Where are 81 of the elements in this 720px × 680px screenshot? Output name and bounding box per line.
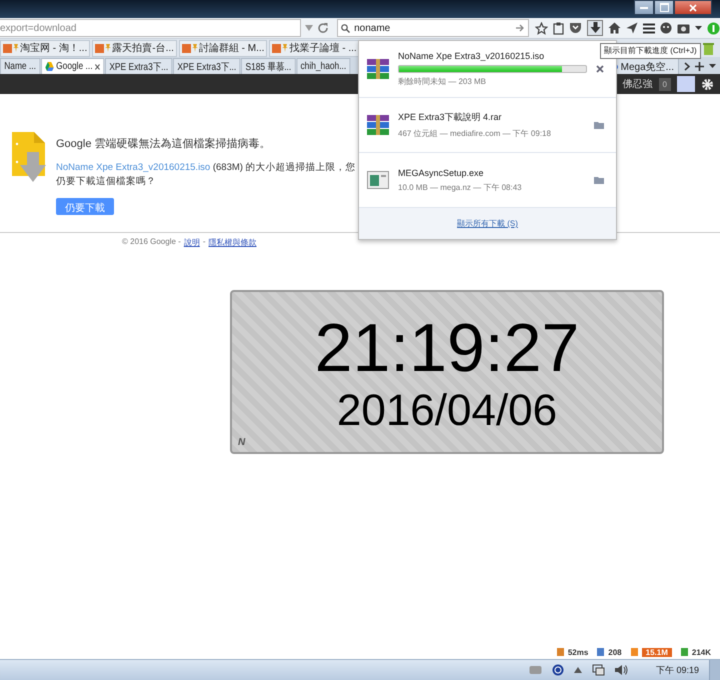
file-download-icon <box>10 132 46 184</box>
dropdown-caret-icon[interactable] <box>695 26 702 30</box>
bookmark-tab[interactable]: 露天拍賣-台... <box>92 40 177 56</box>
folder-icon[interactable] <box>594 121 604 129</box>
bookmark-tab[interactable]: 找業子論壇 - ... <box>269 40 360 56</box>
footer-link[interactable]: 說明 <box>184 237 200 248</box>
pin-icon <box>13 44 19 52</box>
trash-icon[interactable] <box>703 42 714 54</box>
warning-message: NoName Xpe Extra3_v20160215.iso (683M) 的大小超過掃描上限，您仍要下載這個檔案嗎？ <box>56 161 356 190</box>
browser-tab[interactable]: XPE Extra3下... <box>105 58 172 74</box>
menu-icon[interactable] <box>643 22 655 34</box>
browser-tab[interactable]: XPE Extra3下... <box>173 58 240 74</box>
close-button[interactable] <box>674 0 712 15</box>
star-icon[interactable] <box>535 22 548 34</box>
clock-time: 21:19:27 <box>314 310 580 386</box>
chevron-right-icon[interactable] <box>684 62 690 70</box>
browser-tab[interactable]: Google ... <box>41 58 104 74</box>
bookmark-tab[interactable]: 討論群組 - M... <box>178 40 268 56</box>
close-icon[interactable] <box>95 64 100 70</box>
separator-text: - <box>202 237 206 248</box>
dropdown-caret-icon[interactable] <box>709 64 716 68</box>
settings-icon[interactable] <box>701 78 714 90</box>
pin-icon <box>192 44 198 52</box>
home-icon[interactable] <box>608 22 621 34</box>
speaker-icon[interactable] <box>614 664 628 676</box>
clipboard-icon[interactable] <box>553 22 564 34</box>
help-icon[interactable] <box>552 664 564 676</box>
notification-count[interactable]: 0 <box>658 78 671 90</box>
copyright-text: © 2016 Google - <box>122 237 181 248</box>
download-button[interactable] <box>587 20 603 36</box>
download-file-name[interactable]: XPE Extra3下載說明 4.rar <box>398 111 585 124</box>
reload-icon[interactable] <box>317 22 330 34</box>
archive-file-icon <box>367 115 389 135</box>
download-status: 467 位元組 — mediafire.com — 下午 09:18 <box>398 128 552 139</box>
pin-icon <box>282 44 288 52</box>
search-field[interactable]: noname <box>337 19 529 37</box>
show-all-downloads-link[interactable]: 顯示所有下載 (S) <box>359 208 616 239</box>
meter-reading: 208 <box>608 648 622 656</box>
meter-reading: 52ms <box>568 648 588 656</box>
camera-icon[interactable] <box>677 22 690 34</box>
power-icon[interactable] <box>707 22 720 34</box>
meter-icon <box>596 647 606 657</box>
new-tab-icon[interactable] <box>695 62 704 70</box>
program-file-icon <box>367 171 389 189</box>
tooltip: 顯示目前下載進度 (Ctrl+J) <box>600 43 701 59</box>
archive-file-icon <box>367 59 389 79</box>
download-arrow-icon <box>590 22 600 34</box>
up-arrow-icon[interactable] <box>574 667 582 673</box>
folder-icon[interactable] <box>594 176 604 184</box>
browser-tab[interactable]: S185 畢慕... <box>241 58 296 74</box>
download-status: 剩餘時間未知 — 203 MB <box>398 76 488 87</box>
pocket-icon[interactable] <box>569 22 582 34</box>
paper-plane-icon[interactable] <box>626 22 638 34</box>
search-icon <box>341 24 350 32</box>
bookmark-tab[interactable]: 淘宝网 - 淘！... <box>0 40 90 56</box>
smiley-icon[interactable] <box>660 22 672 34</box>
cancel-icon[interactable] <box>596 65 604 73</box>
maximize-button[interactable] <box>654 0 674 15</box>
taskbar-clock[interactable]: 下午 09:19 <box>656 664 699 676</box>
clock-date: 2016/04/06 <box>336 386 558 436</box>
browser-tab[interactable]: chih_haoh... <box>296 58 350 74</box>
minimize-button[interactable] <box>634 0 654 15</box>
warning-heading: Google 雲端硬碟無法為這個檔案掃描病毒。 <box>56 136 272 151</box>
download-status: 10.0 MB — mega.nz — 下午 08:43 <box>398 182 523 192</box>
address-field[interactable]: export=download <box>0 19 302 37</box>
meter-icon <box>556 647 565 657</box>
download-file-name[interactable]: NoName Xpe Extra3_v20160215.iso <box>398 51 587 61</box>
browser-tab[interactable]: Name ... <box>0 58 40 74</box>
footer-link[interactable]: 隱私權與條款 <box>208 237 256 248</box>
meter-reading: 214K <box>692 648 711 656</box>
download-file-name[interactable]: MEGAsyncSetup.exe <box>398 168 585 178</box>
meter-icon <box>680 647 689 657</box>
widget-logo: N <box>238 437 246 448</box>
user-name[interactable]: 佛忍強 <box>622 77 653 91</box>
pin-icon <box>105 44 112 52</box>
meter-icon <box>630 647 639 657</box>
right-arrow-icon[interactable] <box>516 24 525 32</box>
drive-logo-icon <box>45 62 54 71</box>
close-icon <box>689 4 697 12</box>
network-icon[interactable] <box>592 664 605 676</box>
meter-reading: 15.1M <box>642 648 672 656</box>
